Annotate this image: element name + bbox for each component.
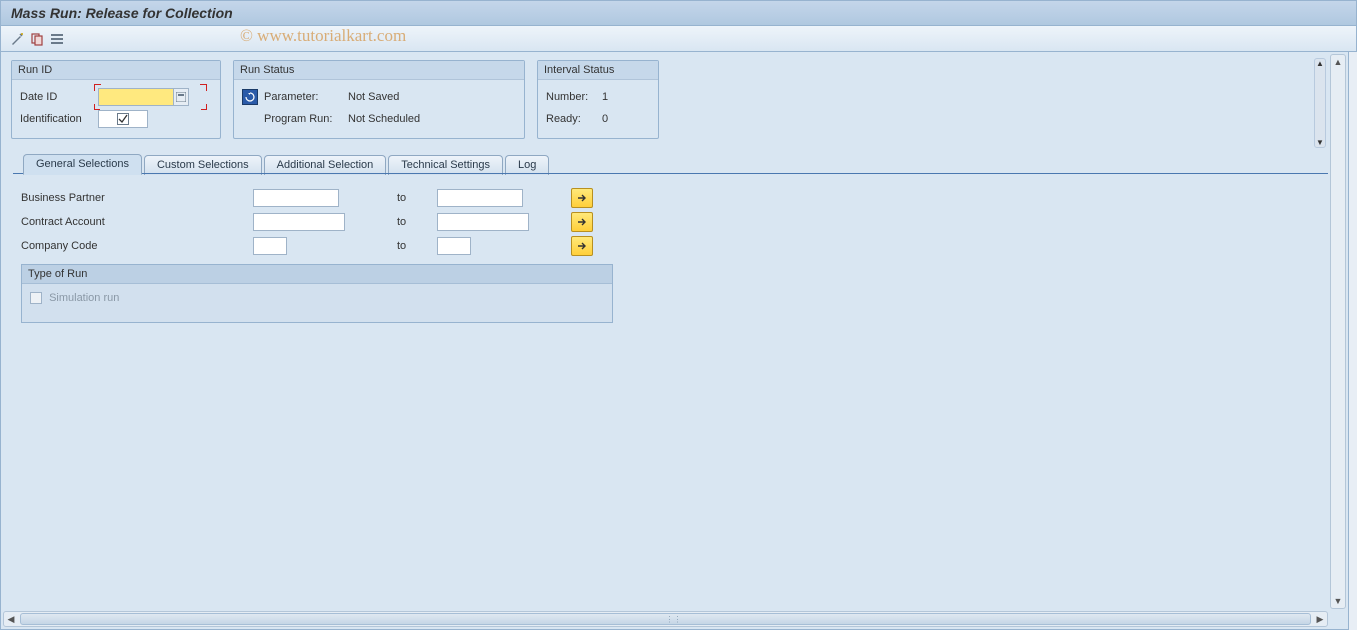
panel-run-status-title: Run Status [234,61,524,80]
panel-run-id-title: Run ID [12,61,220,80]
business-partner-to[interactable] [437,189,523,207]
parameter-label: Parameter: [264,91,348,103]
company-code-to-label: to [393,240,437,252]
contract-account-to-label: to [393,216,437,228]
business-partner-label: Business Partner [21,192,253,204]
inner-scroll-up-icon[interactable]: ▲ [1316,59,1324,68]
panel-run-status: Run Status Parameter: Not Saved Program … [233,60,525,139]
program-run-value: Not Scheduled [348,113,420,125]
contract-account-from[interactable] [253,213,345,231]
contract-account-label: Contract Account [21,216,253,228]
type-of-run-title: Type of Run [22,265,612,284]
tab-log[interactable]: Log [505,155,549,175]
tab-panel-general: Business Partner to Contract Account to … [13,174,1334,331]
inner-scroll-down-icon[interactable]: ▼ [1316,138,1324,147]
contract-account-multiselect[interactable] [571,212,593,232]
tab-strip: General Selections Custom Selections Add… [1,153,1348,174]
company-code-to[interactable] [437,237,471,255]
interval-ready-label: Ready: [546,113,602,125]
app-toolbar [0,26,1357,52]
business-partner-multiselect[interactable] [571,188,593,208]
program-run-label: Program Run: [264,113,348,125]
tab-custom-selections[interactable]: Custom Selections [144,155,262,175]
page-title-bar: Mass Run: Release for Collection [0,0,1357,26]
company-code-multiselect[interactable] [571,236,593,256]
business-partner-from[interactable] [253,189,339,207]
panel-interval-status: Interval Status Number: 1 Ready: 0 [537,60,659,139]
identification-input[interactable] [98,110,148,128]
company-code-from[interactable] [253,237,287,255]
scroll-left-icon[interactable]: ◀ [4,612,18,626]
interval-number-value: 1 [602,91,608,103]
simulation-run-checkbox[interactable] [30,292,42,304]
content-area: Run ID Date ID Identification [0,52,1349,630]
tab-general-selections[interactable]: General Selections [23,154,142,175]
scroll-down-icon[interactable]: ▼ [1331,594,1345,608]
date-id-valuehelp[interactable] [173,88,189,106]
contract-account-to[interactable] [437,213,529,231]
copy-icon[interactable] [29,31,45,47]
refresh-status-icon[interactable] [242,89,258,105]
tab-additional-selection[interactable]: Additional Selection [264,155,387,175]
page-title: Mass Run: Release for Collection [11,5,233,21]
interval-ready-value: 0 [602,113,608,125]
wand-icon[interactable] [9,31,25,47]
panel-run-id: Run ID Date ID Identification [11,60,221,139]
panel-interval-status-title: Interval Status [538,61,658,80]
interval-number-label: Number: [546,91,602,103]
scroll-right-icon[interactable]: ▶ [1313,612,1327,626]
layout-icon[interactable] [49,31,65,47]
identification-label: Identification [20,113,98,125]
parameter-value: Not Saved [348,91,399,103]
inner-vertical-scrollbar[interactable]: ▲ ▼ [1314,58,1326,148]
simulation-run-label: Simulation run [49,292,119,304]
date-id-input[interactable] [98,88,174,106]
panel-type-of-run: Type of Run Simulation run [21,264,613,323]
company-code-label: Company Code [21,240,253,252]
horizontal-scrollbar[interactable]: ◀ ⋮⋮ ▶ [3,611,1328,627]
scroll-up-icon[interactable]: ▲ [1331,55,1345,69]
business-partner-to-label: to [393,192,437,204]
tab-technical-settings[interactable]: Technical Settings [388,155,503,175]
vertical-scrollbar[interactable]: ▲ ▼ [1330,54,1346,609]
date-id-label: Date ID [20,91,98,103]
